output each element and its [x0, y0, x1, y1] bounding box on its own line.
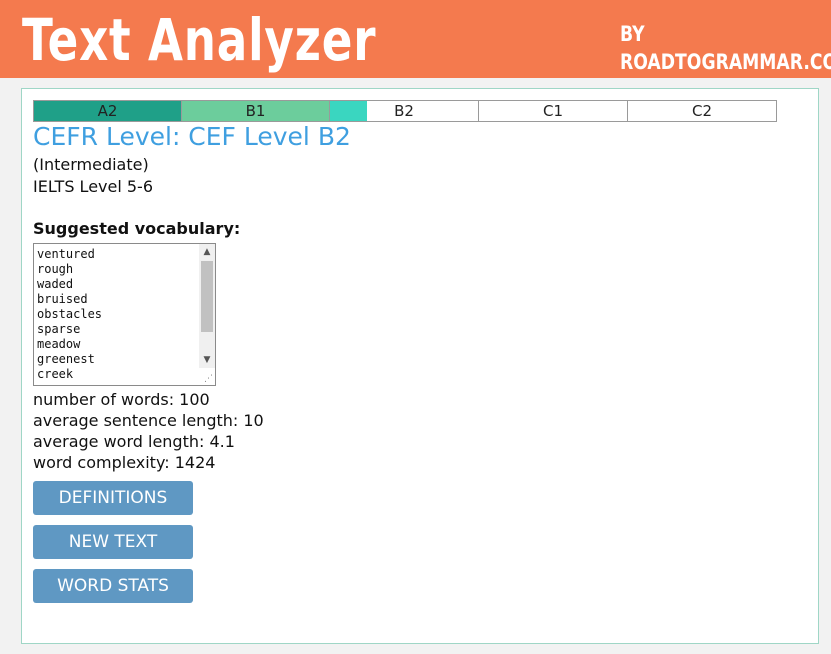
- scroll-thumb[interactable]: [201, 261, 213, 332]
- stat-sentence-length: average sentence length: 10: [33, 411, 264, 430]
- word-stats-button[interactable]: WORD STATS: [33, 569, 193, 603]
- cefr-level-bar: A2 B1 B2 C1 C2: [33, 100, 780, 122]
- byline[interactable]: BY ROADTOGRAMMAR.COM: [620, 20, 831, 76]
- vocabulary-textarea[interactable]: ventured rough waded bruised obstacles s…: [33, 243, 216, 386]
- vocab-word: waded: [37, 277, 74, 291]
- level-b2-label: B2: [394, 102, 414, 120]
- scroll-up-icon[interactable]: ▲: [199, 244, 215, 260]
- level-a2-label: A2: [97, 102, 118, 120]
- vocab-word: sparse: [37, 322, 81, 336]
- scroll-down-icon[interactable]: ▼: [199, 352, 215, 368]
- new-text-button[interactable]: NEW TEXT: [33, 525, 193, 559]
- vocab-word: ventured: [37, 247, 95, 261]
- ielts-level: IELTS Level 5-6: [33, 177, 154, 196]
- level-c2: C2: [627, 100, 777, 122]
- vocabulary-list: ventured rough waded bruised obstacles s…: [37, 247, 102, 382]
- stat-word-complexity: word complexity: 1424: [33, 453, 216, 472]
- level-b1: B1: [181, 100, 330, 122]
- level-a2: A2: [33, 100, 182, 122]
- vocab-word: obstacles: [37, 307, 103, 321]
- stat-word-count: number of words: 100: [33, 390, 210, 409]
- app-logo: Text Analyzer: [22, 6, 377, 74]
- cefr-result-title: CEFR Level: CEF Level B2: [33, 122, 351, 151]
- site-link[interactable]: ROADTOGRAMMAR.COM: [620, 48, 831, 76]
- level-b2-fill: [330, 101, 367, 121]
- vocabulary-scrollbar[interactable]: ▲ ▼: [199, 244, 215, 368]
- definitions-button[interactable]: DEFINITIONS: [33, 481, 193, 515]
- level-b2: B2: [329, 100, 479, 122]
- vocab-word: greenest: [37, 352, 95, 366]
- text-stats: number of words: 100 average sentence le…: [33, 389, 264, 473]
- level-c1-label: C1: [542, 102, 564, 120]
- results-panel: A2 B1 B2 C1 C2 CEFR Level: CEF Level B2 …: [21, 88, 819, 644]
- level-c1: C1: [478, 100, 628, 122]
- by-label: BY: [620, 22, 645, 46]
- vocab-word: creek: [37, 367, 74, 381]
- header-banner: Text Analyzer BY ROADTOGRAMMAR.COM: [0, 0, 831, 78]
- stat-word-length: average word length: 4.1: [33, 432, 235, 451]
- vocab-word: bruised: [37, 292, 88, 306]
- resize-grip-icon[interactable]: ⋰: [204, 374, 214, 384]
- vocab-word: rough: [37, 262, 74, 276]
- vocab-word: meadow: [37, 337, 81, 351]
- level-b1-label: B1: [245, 102, 266, 120]
- vocabulary-label: Suggested vocabulary:: [33, 219, 241, 238]
- level-description: (Intermediate): [33, 155, 149, 174]
- level-c2-label: C2: [691, 102, 713, 120]
